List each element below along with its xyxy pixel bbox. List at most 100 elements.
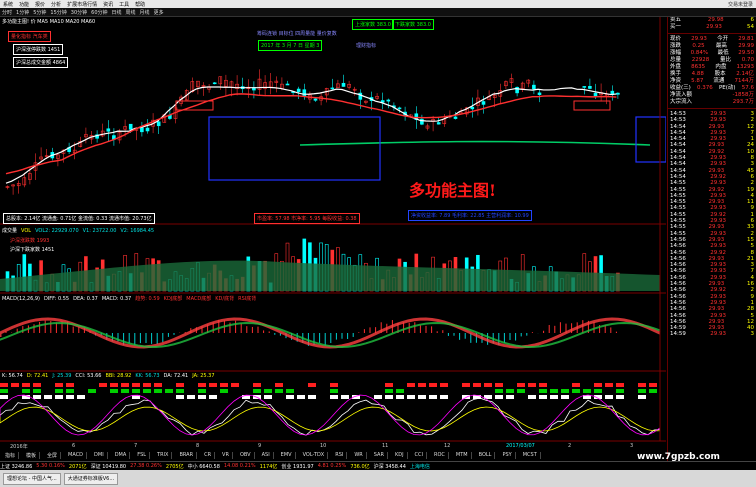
indicator-tab[interactable]: EMV	[278, 452, 296, 459]
quote-value: 5.87	[691, 78, 704, 84]
signal-strip	[561, 395, 569, 399]
signal-strip	[385, 395, 393, 399]
menu-item[interactable]: 报价	[32, 1, 48, 8]
status-item: 5.30 0.16%	[36, 463, 65, 469]
indicator-tab[interactable]: MCST	[520, 452, 541, 459]
indicator-tab[interactable]: DMI	[91, 452, 108, 459]
signal-strip	[110, 389, 118, 393]
indicator-tab[interactable]: KDJ	[392, 452, 408, 459]
period-button[interactable]: 60分钟	[89, 9, 109, 16]
quote-value: 29.93	[691, 36, 707, 42]
quote-label: 内盘	[715, 64, 727, 70]
signal-strip	[77, 395, 85, 399]
indicator-tab[interactable]: WR	[351, 452, 367, 459]
count-box: 下跌家数 383.0	[392, 19, 434, 30]
indicator-tab[interactable]: RSI	[332, 452, 348, 459]
period-button[interactable]: 30分钟	[69, 9, 89, 16]
indicator-tab[interactable]: TRIX	[154, 452, 173, 459]
volume-area	[0, 260, 660, 291]
quote-row: 外盘 8635 内盘 13293	[668, 64, 756, 71]
indicator-tab[interactable]: VR	[219, 452, 233, 459]
candle-body	[106, 128, 111, 132]
chart-area[interactable]: 多功能主图! 价 MA5 MA10 MA20 MA60 量化指标 汽车类 沪深涨停…	[0, 17, 666, 461]
period-button[interactable]: 1分钟	[14, 9, 31, 16]
legend-item: 趋势: 0.59	[135, 296, 160, 302]
taskbar-button[interactable]: 大通证券标准版V6...	[63, 472, 119, 485]
menu-item[interactable]: 扩展市场行情	[64, 1, 100, 8]
candle-body	[436, 122, 441, 125]
indicator-tab[interactable]: CR	[201, 452, 216, 459]
signal-strip	[121, 383, 129, 387]
signal-strip	[407, 383, 415, 387]
period-button[interactable]: 分时	[0, 9, 14, 16]
indicator-tab[interactable]: PSY	[499, 452, 516, 459]
period-button[interactable]: 更多	[152, 9, 166, 16]
indicator-tab[interactable]: OBV	[237, 452, 255, 459]
legend-item: VOL2: 22929.070	[35, 228, 79, 234]
indicator-tab[interactable]: ASI	[259, 452, 274, 459]
indicator-tab[interactable]: 模板	[23, 452, 41, 459]
main-legend: 多功能主图! 价 MA5 MA10 MA20 MA60	[2, 19, 96, 25]
volume-info-item: 沪深涨跌数 1993	[10, 238, 50, 244]
menu-item[interactable]: 功能	[16, 1, 32, 8]
indicator-tab[interactable]: SAR	[371, 452, 388, 459]
indicator-tab[interactable]: BRAR	[176, 452, 198, 459]
fundamentals-box: 市盈率: 57.98 市净率: 5.95 每股收益: 0.38	[254, 213, 360, 224]
period-button[interactable]: 月线	[138, 9, 152, 16]
status-item: 4.81 0.25%	[317, 463, 347, 469]
date-tick: 2016年	[10, 444, 28, 450]
legend-item: J: 25.39	[52, 373, 72, 379]
indicator-tab[interactable]: VOL-TDX	[300, 452, 329, 459]
quote-label: 今开	[717, 36, 729, 42]
signal-strip	[561, 389, 569, 393]
signal-strip	[638, 389, 646, 393]
flow-row: 净流入额 -1858万	[668, 92, 756, 99]
indicator-tab[interactable]: ROC	[431, 452, 449, 459]
status-item: 14.08 0.21%	[223, 463, 256, 469]
candle-body	[140, 127, 144, 133]
quote-label: 股本	[714, 71, 726, 77]
candle-body	[397, 107, 402, 110]
legend-item: KK: 56.73	[135, 373, 160, 379]
legend-item: CCI: 53.66	[75, 373, 102, 379]
menu-item[interactable]: 资讯	[100, 1, 116, 8]
period-button[interactable]: 日线	[110, 9, 124, 16]
legend-item: VOL	[21, 228, 32, 234]
watermark: www.7gpzb.com	[637, 452, 720, 462]
indicator-tab[interactable]: BOLL	[476, 452, 496, 459]
chart-svg[interactable]	[0, 17, 666, 461]
signal-strip	[143, 389, 151, 393]
candle-body	[156, 121, 161, 127]
status-item: 2071亿	[68, 463, 87, 470]
signal-strip	[473, 383, 481, 387]
indicator-tab[interactable]: MTM	[453, 452, 472, 459]
menu-item[interactable]: 分析	[48, 1, 64, 8]
status-item: 1174亿	[259, 463, 278, 470]
status-item: 736.0亿	[350, 463, 370, 470]
signal-strip	[638, 395, 646, 399]
menu-item[interactable]: 工具	[116, 1, 132, 8]
indicator-tab[interactable]: MACD	[65, 452, 88, 459]
candle-body	[302, 89, 307, 97]
indicator-tabs[interactable]: 指标 模板 全屏 MACD DMI DMA FSL TRIX BRAR CR VR OBV ASI EMV…	[2, 452, 545, 459]
legend-item: BBI: 28.92	[105, 373, 132, 379]
period-button[interactable]: 15分钟	[48, 9, 68, 16]
flow-value: -1858万	[732, 92, 754, 98]
indicator-tab[interactable]: DMA	[112, 452, 131, 459]
signal-strip	[583, 389, 591, 393]
period-button[interactable]: 周线	[124, 9, 138, 16]
indicator-tab[interactable]: FSL	[134, 452, 151, 459]
period-button[interactable]: 5分钟	[31, 9, 48, 16]
quote-label: 收益(三)	[670, 85, 691, 91]
count-box: 上涨家数 383.0	[352, 19, 394, 30]
indicator-tab[interactable]: 全屏	[44, 452, 62, 459]
menu-item[interactable]: 系统	[0, 1, 16, 8]
taskbar-button[interactable]: 理想论坛 - 中国人气...	[3, 472, 61, 485]
quote-value: 0.70	[741, 57, 754, 63]
indicator-tab[interactable]: CCI	[412, 452, 428, 459]
menu-item[interactable]: 帮助	[132, 1, 148, 8]
signal-strip	[374, 395, 382, 399]
indicator-tab[interactable]: 指标	[2, 452, 20, 459]
date-tick: 12	[444, 443, 451, 449]
signal-strip	[55, 395, 63, 399]
